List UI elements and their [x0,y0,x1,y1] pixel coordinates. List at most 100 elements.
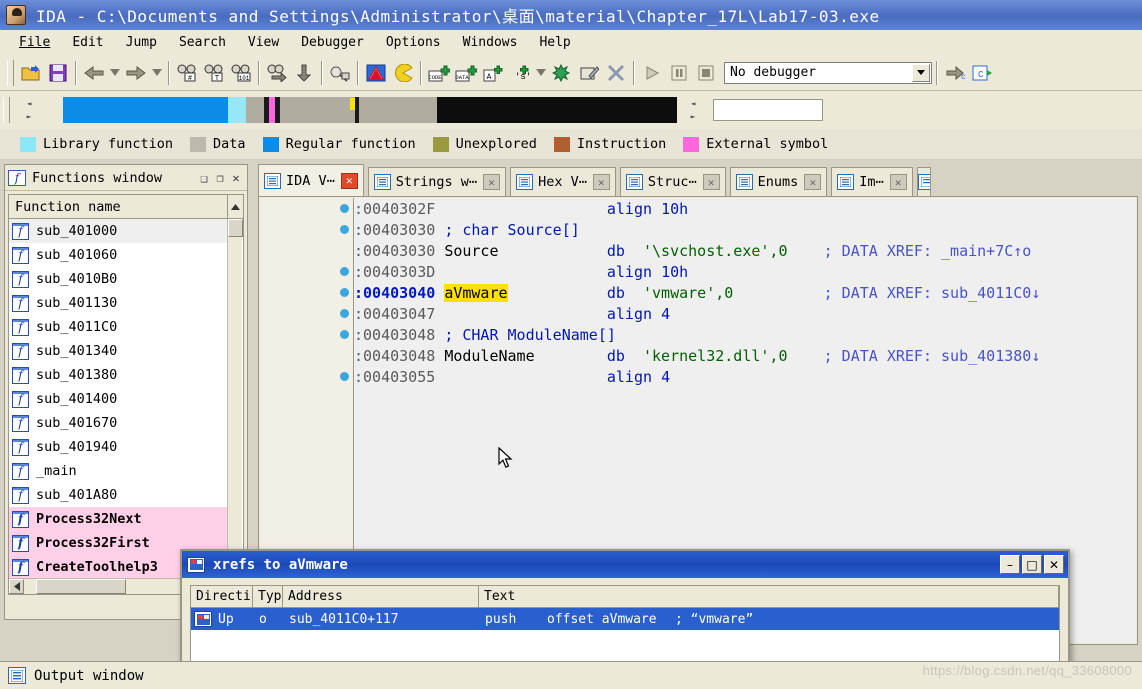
close-icon[interactable]: ✕ [889,174,907,190]
disassembly-line[interactable]: :00403047 align 4 [354,303,1136,324]
disassembly-line[interactable]: :0040303D align 10h [354,261,1136,282]
search-lock-icon[interactable] [327,60,353,86]
disassembly-line[interactable]: :00403030 Source db '\svchost.exe',0 ; D… [354,240,1136,261]
make-string-icon[interactable]: 's' [507,60,533,86]
scroll-left-icon[interactable] [9,579,24,594]
disassembly-line[interactable]: :0040302F align 10h [354,198,1136,219]
make-string-dropdown-icon[interactable] [534,60,548,86]
list-item[interactable]: f sub_401130 [9,291,227,315]
tab-imports[interactable]: Im⋯ ✕ [831,167,913,196]
list-item[interactable]: f Process32Next [9,507,227,531]
navigator-grip[interactable] [3,97,10,123]
xrefs-col-type[interactable]: Typ [253,586,283,607]
list-item[interactable]: f sub_401A80 [9,483,227,507]
chevron-down-icon[interactable] [912,63,930,82]
edit-func-icon[interactable] [576,60,602,86]
list-item[interactable]: f sub_401940 [9,435,227,459]
functions-list[interactable]: f sub_401000 f sub_401060 f sub_4010B0 f sub_40… [9,219,227,578]
forward-arrow-icon[interactable] [123,60,149,86]
disassembly-line[interactable]: :00403048 ModuleName db 'kernel32.dll',0… [354,345,1136,366]
pacman-icon[interactable] [390,60,416,86]
hscrollbar-thumb[interactable] [36,579,126,594]
disassembly-line[interactable]: :00403040 aVmware db 'vmware',0 ; DATA X… [354,282,1136,303]
tab-enums[interactable]: Enums ✕ [729,167,828,196]
close-button[interactable]: ✕ [1044,555,1064,574]
menu-debugger[interactable]: Debugger [290,33,375,52]
search-hash-icon[interactable]: # [174,60,200,86]
disassembly-line[interactable]: :00403048 ; CHAR ModuleName[] [354,324,1136,345]
close-icon[interactable]: ✕ [228,170,244,186]
menu-view[interactable]: View [237,33,290,52]
list-item[interactable]: f _main [9,459,227,483]
make-struct-icon[interactable] [549,60,575,86]
list-item[interactable]: f sub_401400 [9,387,227,411]
list-item[interactable]: f sub_4011C0 [9,315,227,339]
list-item[interactable]: f sub_401000 [9,219,227,243]
warning-icon[interactable] [363,60,389,86]
navigator-extra-field[interactable] [713,99,823,121]
maximize-icon[interactable]: ❑ [196,170,212,186]
delete-icon[interactable] [603,60,629,86]
search-binary-icon[interactable]: 101 [228,60,254,86]
xrefs-col-text[interactable]: Text [479,586,1059,607]
run-icon[interactable] [639,60,665,86]
xrefs-list[interactable]: Directi Typ Address Text Up o sub_4011C0… [190,585,1060,665]
close-icon[interactable]: ✕ [804,174,822,190]
menu-search[interactable]: Search [168,33,237,52]
stop-icon[interactable] [693,60,719,86]
navigator-arrows[interactable]: ◄ ► [21,97,37,123]
disassembly-line[interactable]: :00403030 ; char Source[] [354,219,1136,240]
pause-icon[interactable] [666,60,692,86]
menu-edit[interactable]: Edit [61,33,114,52]
debugger-select[interactable]: No debugger [724,61,932,84]
toolbar-grip[interactable] [7,59,14,86]
tab-hex-view[interactable]: Hex V⋯ ✕ [510,167,616,196]
jump-down-icon[interactable] [291,60,317,86]
scroll-up-icon[interactable] [227,195,243,218]
maximize-button[interactable]: □ [1022,555,1042,574]
menu-windows[interactable]: Windows [452,33,529,52]
functions-vertical-scrollbar[interactable] [227,219,243,578]
make-code-icon[interactable]: CODE [426,60,452,86]
navigator-arrows-right[interactable]: ◄ ► [685,97,701,123]
forward-dropdown-icon[interactable] [150,60,164,86]
make-array-icon[interactable]: A [480,60,506,86]
tab-structures[interactable]: Struc⋯ ✕ [619,167,726,196]
navigator-band[interactable] [63,97,677,123]
search-text-icon[interactable]: T [201,60,227,86]
tab-ida-view[interactable]: IDA V⋯ ✕ [258,164,364,196]
scrollbar-thumb[interactable] [228,219,243,237]
list-item[interactable]: f sub_401380 [9,363,227,387]
disassembly-line[interactable]: :00403055 align 4 [354,366,1136,387]
search-next-icon[interactable] [264,60,290,86]
functions-column-header[interactable]: Function name [9,195,243,219]
menu-help[interactable]: Help [528,33,581,52]
close-icon[interactable]: ✕ [483,174,501,190]
menu-jump[interactable]: Jump [115,33,168,52]
tab-label: IDA V⋯ [286,172,335,189]
list-item[interactable]: f sub_401340 [9,339,227,363]
c-prev-icon[interactable]: c [942,60,968,86]
minimize-button[interactable]: – [1000,555,1020,574]
menu-file[interactable]: File [8,33,61,52]
close-icon[interactable]: ✕ [592,174,610,190]
back-arrow-icon[interactable] [81,60,107,86]
xrefs-col-direction[interactable]: Directi [191,586,253,607]
back-dropdown-icon[interactable] [108,60,122,86]
menu-options[interactable]: Options [375,33,452,52]
restore-icon[interactable]: ❐ [212,170,228,186]
table-row[interactable]: Up o sub_4011C0+117 push offset aVmware … [191,608,1059,630]
xrefs-col-address[interactable]: Address [283,586,479,607]
close-icon[interactable]: ✕ [702,174,720,190]
open-file-icon[interactable] [18,60,44,86]
tab-strings[interactable]: Strings w⋯ ✕ [367,167,507,196]
list-item[interactable]: f sub_401060 [9,243,227,267]
list-item[interactable]: f sub_4010B0 [9,267,227,291]
close-icon[interactable]: ✕ [340,172,358,189]
save-icon[interactable] [45,60,71,86]
tab-overflow[interactable] [916,167,931,196]
disassembly-address: :00403047 [354,304,445,323]
make-data-icon[interactable]: DATA [453,60,479,86]
list-item[interactable]: f sub_401670 [9,411,227,435]
c-next-icon[interactable]: C [969,60,995,86]
